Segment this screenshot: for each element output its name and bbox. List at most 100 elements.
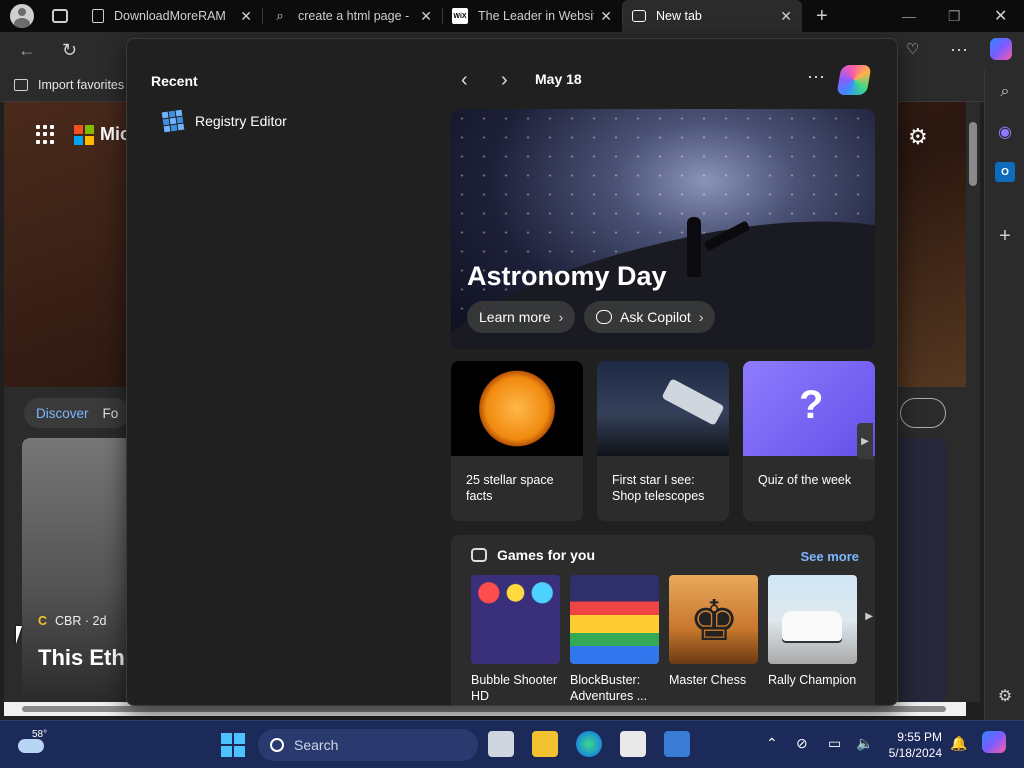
import-favorites-label: Import favorites — [38, 78, 125, 92]
game-rally-champion[interactable]: Rally Champion — [768, 575, 857, 688]
games-next-arrow-icon[interactable]: ▶ — [865, 611, 873, 622]
search-icon — [270, 738, 284, 752]
ask-copilot-label: Ask Copilot — [620, 309, 691, 325]
close-icon[interactable]: ✕ — [240, 8, 252, 25]
scroll-thumb[interactable] — [969, 122, 977, 186]
copilot-taskbar-icon[interactable] — [982, 731, 1006, 753]
weather-widget[interactable]: 58° — [18, 729, 50, 757]
edge-icon[interactable] — [576, 731, 602, 757]
cbr-logo-icon: C — [38, 614, 48, 628]
tab-wix[interactable]: WiX The Leader in Websit ✕ — [442, 0, 622, 32]
chevron-right-icon: › — [698, 309, 704, 325]
hero-title: Astronomy Day — [467, 261, 667, 291]
card-space-facts[interactable]: 25 stellar space facts — [451, 361, 583, 521]
close-icon[interactable]: ✕ — [420, 8, 432, 25]
profile-avatar[interactable] — [10, 4, 34, 28]
game-name: BlockBuster: Adventures ... — [570, 673, 648, 703]
display-icon[interactable]: ▭ — [828, 735, 841, 752]
add-icon[interactable]: + — [995, 225, 1015, 247]
date-label: May 18 — [535, 71, 582, 87]
clock-date: 5/18/2024 — [888, 746, 942, 760]
vertical-scrollbar[interactable] — [966, 102, 980, 702]
games-icon — [471, 548, 487, 562]
games-section: Games for you See more Bubble Shooter HD… — [451, 535, 875, 705]
close-icon[interactable]: ✕ — [600, 8, 612, 25]
games-header: Games for you — [471, 547, 595, 563]
person-silhouette — [687, 217, 701, 277]
window-close-icon[interactable]: ✕ — [994, 0, 1007, 32]
telescope-image — [597, 361, 729, 456]
browser-essentials-icon[interactable]: ♡ — [906, 40, 919, 58]
search-icon[interactable]: ⌕ — [995, 82, 1015, 102]
copilot-sidebar-icon[interactable]: ◉ — [995, 122, 1015, 142]
photos-icon[interactable] — [664, 731, 690, 757]
page-settings-icon[interactable]: ⚙ — [908, 124, 928, 150]
taskbar-search[interactable]: Search — [258, 729, 478, 761]
maximize-icon[interactable]: ❐ — [948, 0, 961, 32]
more-options-icon[interactable]: ⋯ — [807, 67, 826, 88]
game-name: Bubble Shooter HD — [471, 673, 558, 703]
game-bubble-shooter[interactable]: Bubble Shooter HD — [471, 575, 560, 704]
close-icon[interactable]: ✕ — [780, 8, 792, 25]
tab-downloadmoreram[interactable]: DownloadMoreRAM ✕ — [82, 0, 262, 32]
card-title: Quiz of the week — [758, 473, 852, 487]
game-blockbuster[interactable]: BlockBuster: Adventures ... — [570, 575, 659, 704]
news-source: C CBR · 2d — [38, 614, 106, 628]
game-master-chess[interactable]: Master Chess — [669, 575, 758, 688]
import-icon — [14, 79, 28, 91]
microsoft-logo-icon — [74, 124, 94, 145]
edge-sidebar: ⌕ ◉ O + ⚙ — [984, 70, 1024, 720]
clock[interactable]: 9:55 PM 5/18/2024 — [870, 729, 942, 761]
tab-discover[interactable]: Discover — [36, 406, 89, 421]
outlook-icon[interactable]: O — [995, 162, 1015, 182]
game-thumbnail — [471, 575, 560, 664]
scroll-thumb[interactable] — [22, 706, 946, 712]
card-telescopes[interactable]: First star I see: Shop telescopes — [597, 361, 729, 521]
sidebar-settings-icon[interactable]: ⚙ — [995, 686, 1015, 706]
back-arrow-icon[interactable]: ← — [18, 40, 36, 61]
chevron-right-icon[interactable]: › — [501, 69, 508, 92]
more-menu-icon[interactable]: ⋯ — [950, 40, 968, 61]
copilot-icon[interactable] — [990, 38, 1012, 60]
cloud-icon — [18, 739, 44, 753]
refresh-icon[interactable]: ↻ — [62, 40, 77, 61]
minimize-icon[interactable]: — — [902, 0, 916, 32]
card-title: 25 stellar space facts — [466, 473, 554, 503]
tab-actions-icon[interactable] — [52, 9, 68, 23]
weather-temp: 58° — [32, 729, 48, 740]
import-favorites-link[interactable]: Import favorites — [14, 78, 124, 92]
feed-dropdown[interactable] — [900, 398, 946, 428]
tab-title: DownloadMoreRAM — [114, 9, 226, 23]
hero-card[interactable]: Astronomy Day Learn more › Ask Copilot › — [451, 109, 875, 349]
store-icon[interactable] — [620, 731, 646, 757]
cards-next-arrow-icon[interactable]: ▶ — [857, 423, 873, 459]
game-thumbnail — [669, 575, 758, 664]
tab-following[interactable]: Fo — [103, 406, 119, 421]
file-explorer-icon[interactable] — [532, 731, 558, 757]
new-tab-plus-icon[interactable]: + — [816, 5, 828, 28]
clock-time: 9:55 PM — [897, 730, 942, 744]
notification-bell-icon[interactable]: 🔔 — [950, 735, 967, 752]
game-name: Master Chess — [669, 673, 747, 687]
network-icon[interactable]: ⊘ — [796, 735, 808, 752]
ms-header: Mic — [36, 124, 130, 145]
recent-item-registry-editor[interactable]: Registry Editor — [161, 109, 287, 133]
tab-create-html[interactable]: ⌕ create a html page - ✕ — [262, 0, 442, 32]
wix-icon: WiX — [452, 8, 468, 24]
chevron-left-icon[interactable]: ‹ — [461, 69, 468, 92]
chevron-up-icon[interactable]: ⌃ — [766, 735, 778, 752]
windows-start-icon[interactable] — [221, 733, 245, 757]
quiz-image — [743, 361, 875, 456]
apps-grid-icon[interactable] — [36, 124, 56, 145]
copilot-icon[interactable] — [836, 65, 872, 95]
side-card[interactable] — [900, 438, 946, 702]
learn-more-button[interactable]: Learn more › — [467, 301, 576, 333]
mouse-cursor — [16, 626, 28, 644]
task-view-icon[interactable] — [488, 731, 514, 757]
recent-heading: Recent — [151, 73, 198, 89]
newtab-icon — [632, 10, 646, 22]
see-more-link[interactable]: See more — [800, 549, 859, 564]
card-quiz[interactable]: Quiz of the week — [743, 361, 875, 521]
ask-copilot-button[interactable]: Ask Copilot › — [584, 301, 716, 333]
tab-new-tab[interactable]: New tab ✕ — [622, 0, 802, 32]
